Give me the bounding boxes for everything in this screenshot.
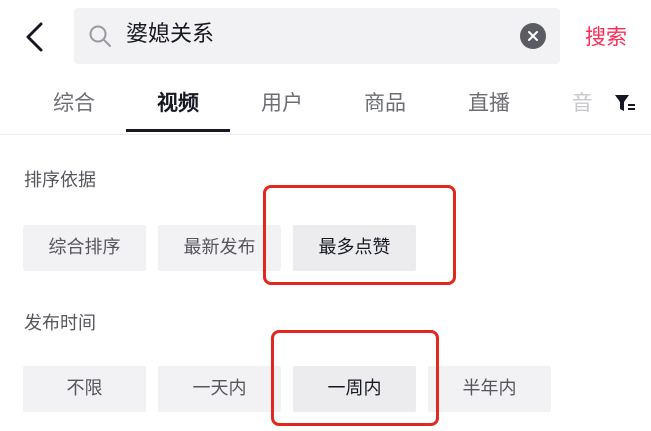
search-query-text: 婆媳关系: [126, 22, 215, 47]
time-option-half-year[interactable]: 半年内: [428, 366, 551, 412]
tab-products[interactable]: 商品: [364, 88, 406, 118]
filter-icon[interactable]: [614, 92, 636, 114]
annotation-box-sort: [263, 185, 456, 285]
sort-section-title: 排序依据: [24, 170, 96, 191]
back-arrow-icon: [26, 22, 43, 52]
clear-search-button[interactable]: [520, 23, 546, 49]
annotation-box-time: [271, 330, 439, 426]
tab-music-partial[interactable]: 音: [572, 88, 593, 118]
back-button[interactable]: [18, 20, 52, 54]
clear-icon: [528, 31, 538, 41]
time-option-one-day[interactable]: 一天内: [158, 366, 281, 412]
sort-option-comprehensive[interactable]: 综合排序: [23, 225, 146, 271]
search-input[interactable]: 婆媳关系: [74, 8, 560, 64]
tab-video[interactable]: 视频: [157, 88, 199, 118]
active-tab-indicator: [126, 129, 230, 132]
tab-users[interactable]: 用户: [261, 88, 303, 118]
tab-live[interactable]: 直播: [468, 88, 510, 118]
result-tabs: 综合 视频 用户 商品 直播 音: [0, 78, 651, 135]
search-icon: [89, 25, 111, 47]
time-option-any[interactable]: 不限: [23, 366, 146, 412]
tab-comprehensive[interactable]: 综合: [53, 88, 95, 118]
time-section-title: 发布时间: [24, 313, 96, 334]
search-submit-button[interactable]: 搜索: [585, 22, 627, 52]
